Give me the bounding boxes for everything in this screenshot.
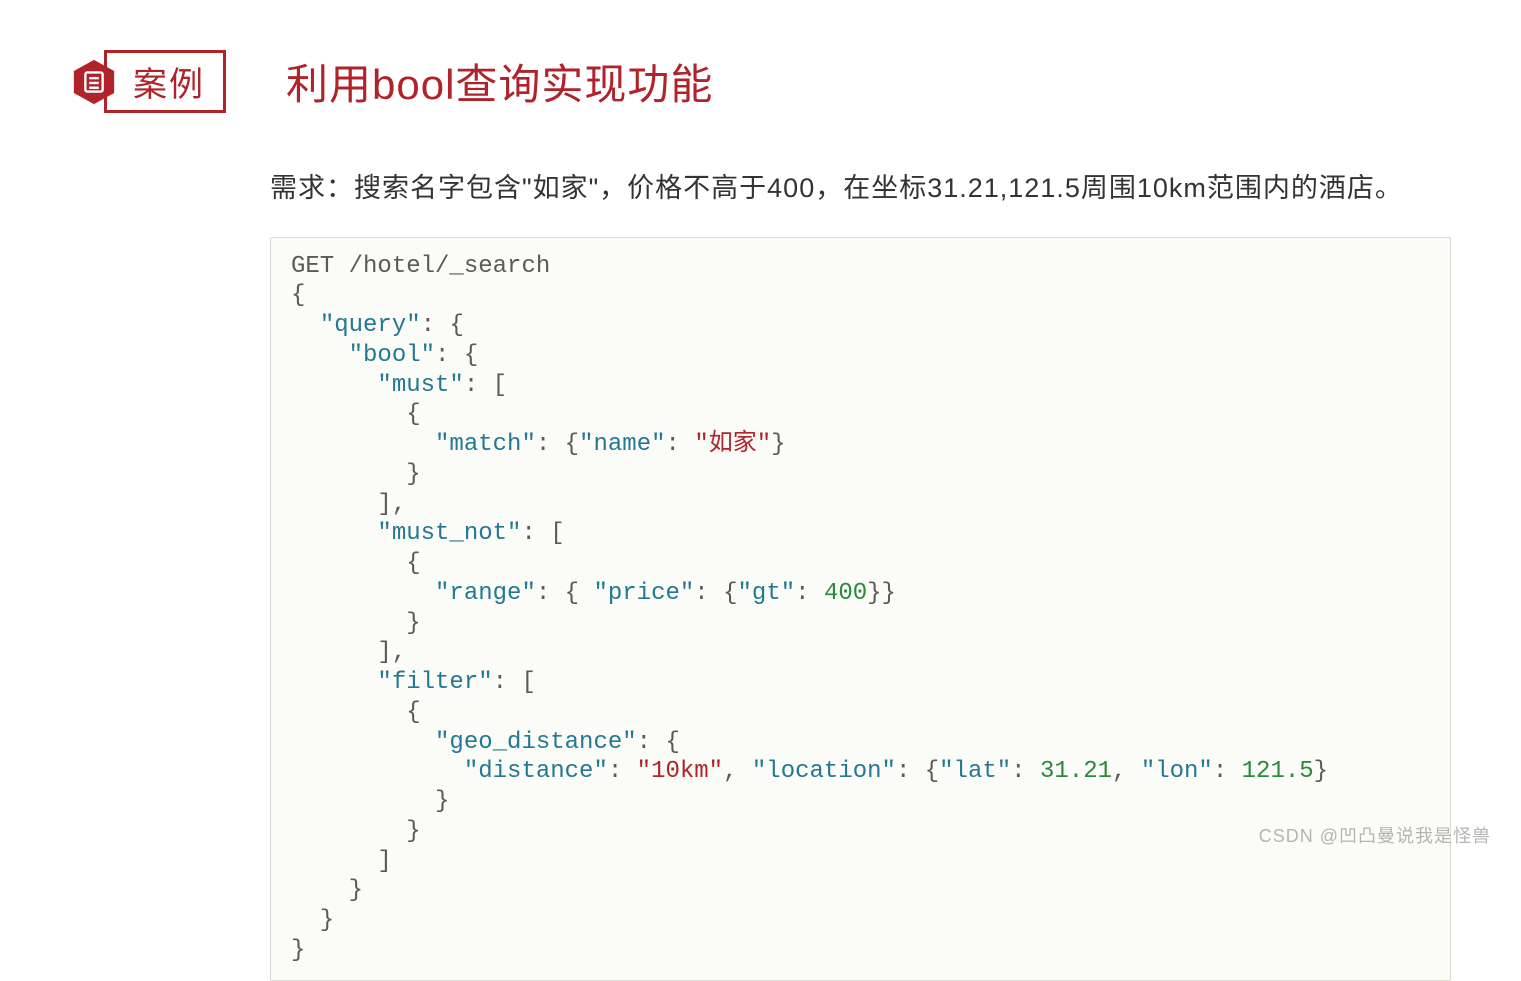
- key-match: "match": [435, 431, 536, 458]
- page-title: 利用bool查询实现功能: [286, 51, 713, 112]
- key-name: "name": [579, 431, 665, 458]
- badge-group: 案例: [70, 50, 226, 113]
- val-lat: 31.21: [1040, 758, 1112, 785]
- key-filter: "filter": [377, 669, 492, 696]
- key-must-not: "must_not": [377, 520, 521, 547]
- key-range: "range": [435, 580, 536, 607]
- code-block: GET /hotel/_search { "query": { "bool": …: [270, 237, 1451, 981]
- badge-label: 案例: [104, 50, 226, 113]
- watermark: CSDN @凹凸曼说我是怪兽: [1259, 822, 1491, 848]
- request-line: GET /hotel/_search: [291, 253, 550, 280]
- key-lon: "lon": [1141, 758, 1213, 785]
- key-must: "must": [377, 372, 463, 399]
- key-gt: "gt": [738, 580, 796, 607]
- header-row: 案例 利用bool查询实现功能: [70, 50, 1451, 113]
- case-hex-icon: [70, 58, 118, 106]
- val-distance: "10km": [637, 758, 723, 785]
- key-location: "location": [752, 758, 896, 785]
- key-lat: "lat": [939, 758, 1011, 785]
- requirement-text: 需求：搜索名字包含"如家"，价格不高于400，在坐标31.21,121.5周围1…: [270, 168, 1451, 209]
- val-name: "如家": [694, 431, 771, 458]
- key-geo-distance: "geo_distance": [435, 729, 637, 756]
- key-distance: "distance": [464, 758, 608, 785]
- key-price: "price": [593, 580, 694, 607]
- val-lon: 121.5: [1242, 758, 1314, 785]
- val-gt: 400: [824, 580, 867, 607]
- key-query: "query": [320, 312, 421, 339]
- key-bool: "bool": [349, 342, 435, 369]
- content-area: 需求：搜索名字包含"如家"，价格不高于400，在坐标31.21,121.5周围1…: [270, 168, 1451, 981]
